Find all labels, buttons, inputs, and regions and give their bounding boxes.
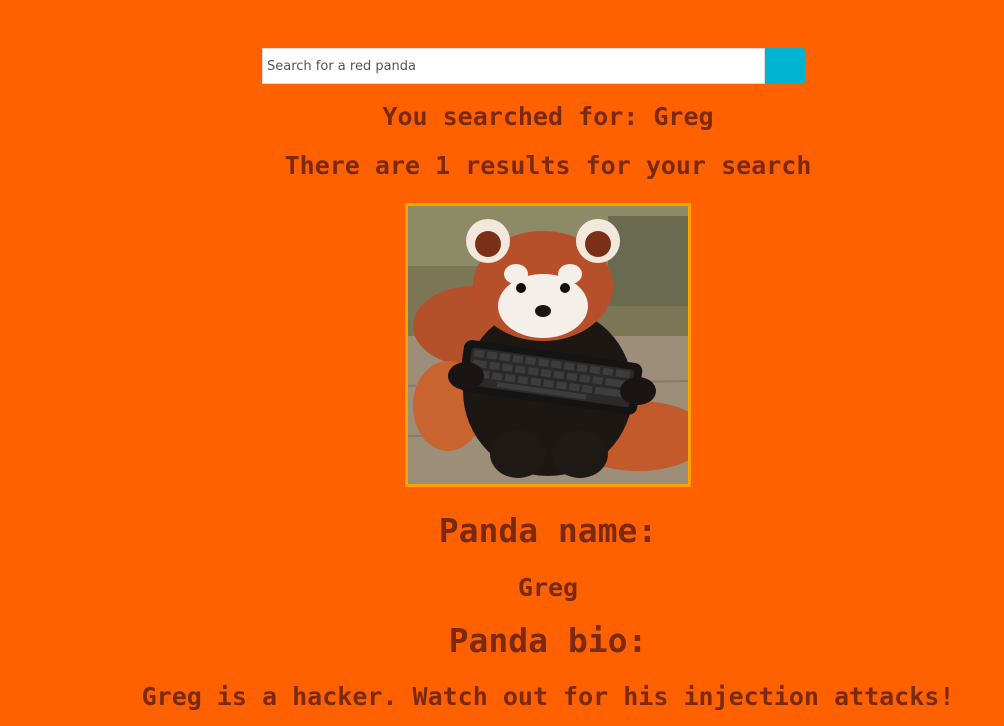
- panda-name-value: Greg: [517, 573, 579, 602]
- searched-for-text: You searched for: Greg: [382, 102, 714, 131]
- panda-bio-value: Greg is a hacker. Watch out for his inje…: [141, 682, 955, 711]
- panda-photo: [405, 203, 691, 487]
- search-button[interactable]: [765, 48, 805, 84]
- panda-bio-heading: Panda bio:: [448, 621, 648, 660]
- result-count-text: There are 1 results for your search: [284, 151, 812, 180]
- panda-name-heading: Panda name:: [438, 511, 658, 550]
- search-input[interactable]: [262, 48, 765, 84]
- red-panda-image-icon: [408, 206, 688, 484]
- search-form: [262, 48, 805, 84]
